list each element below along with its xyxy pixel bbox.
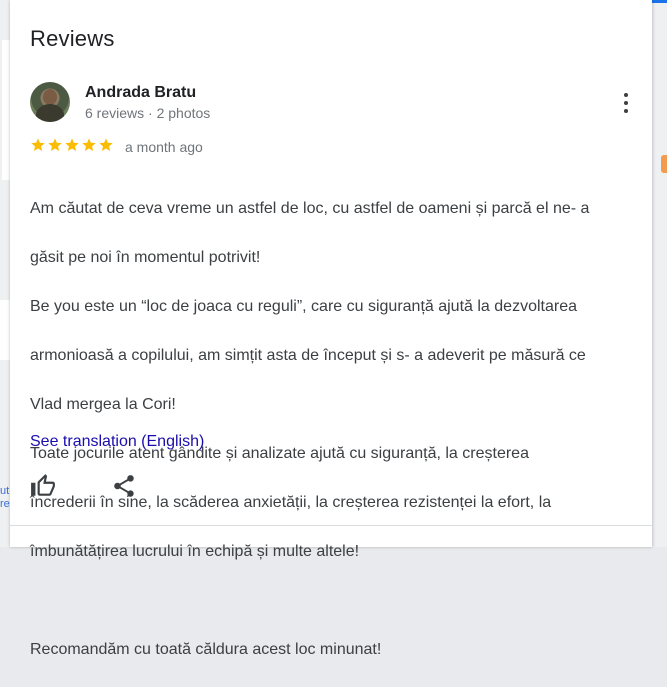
more-vert-icon-dot [624, 109, 628, 113]
star-icon [31, 138, 45, 151]
star-rating [30, 137, 114, 155]
map-marker-fragment [661, 155, 667, 173]
avatar[interactable] [30, 82, 70, 122]
review-line: îmbunătățirea lucrului în echipă și mult… [30, 542, 360, 560]
review-text: Am căutat de ceva vreme un astfel de loc… [30, 172, 650, 687]
star-icon [82, 138, 96, 151]
review-line: Recomandăm cu toată căldura acest loc mi… [30, 640, 382, 658]
reviewer-meta: 6 reviews · 2 photos [85, 105, 211, 121]
see-translation-link[interactable]: See translation (English) [30, 433, 204, 451]
review-line: găsit pe noi în momentul potrivit! [30, 248, 261, 266]
review-line: Be you este un “loc de joaca cu reguli”,… [30, 297, 577, 315]
thumb-up-icon [31, 474, 55, 496]
panel-title: Reviews [30, 26, 115, 51]
star-icon [65, 138, 79, 151]
avatar-head [43, 89, 57, 105]
review-line: Am căutat de ceva vreme un astfel de loc… [30, 199, 590, 217]
like-button[interactable] [30, 473, 56, 499]
star-icon [99, 138, 113, 151]
avatar-body [36, 104, 64, 122]
review-line: Vlad mergea la Cori! [30, 395, 176, 413]
share-button[interactable] [111, 473, 137, 499]
star-icon [48, 138, 62, 151]
review-date: a month ago [125, 139, 203, 155]
more-vert-icon [624, 93, 628, 97]
more-vert-icon-dot [624, 101, 628, 105]
map-background-right [655, 0, 667, 547]
review-line [30, 589, 650, 614]
share-icon [114, 475, 134, 497]
reviews-panel: Reviews Andrada Bratu 6 reviews · 2 phot… [10, 0, 652, 658]
review-line: armonioasă a copilului, am simțit asta d… [30, 346, 586, 364]
review-divider [10, 525, 652, 526]
more-options-button[interactable] [614, 88, 638, 118]
reviewer-name[interactable]: Andrada Bratu [85, 84, 196, 102]
